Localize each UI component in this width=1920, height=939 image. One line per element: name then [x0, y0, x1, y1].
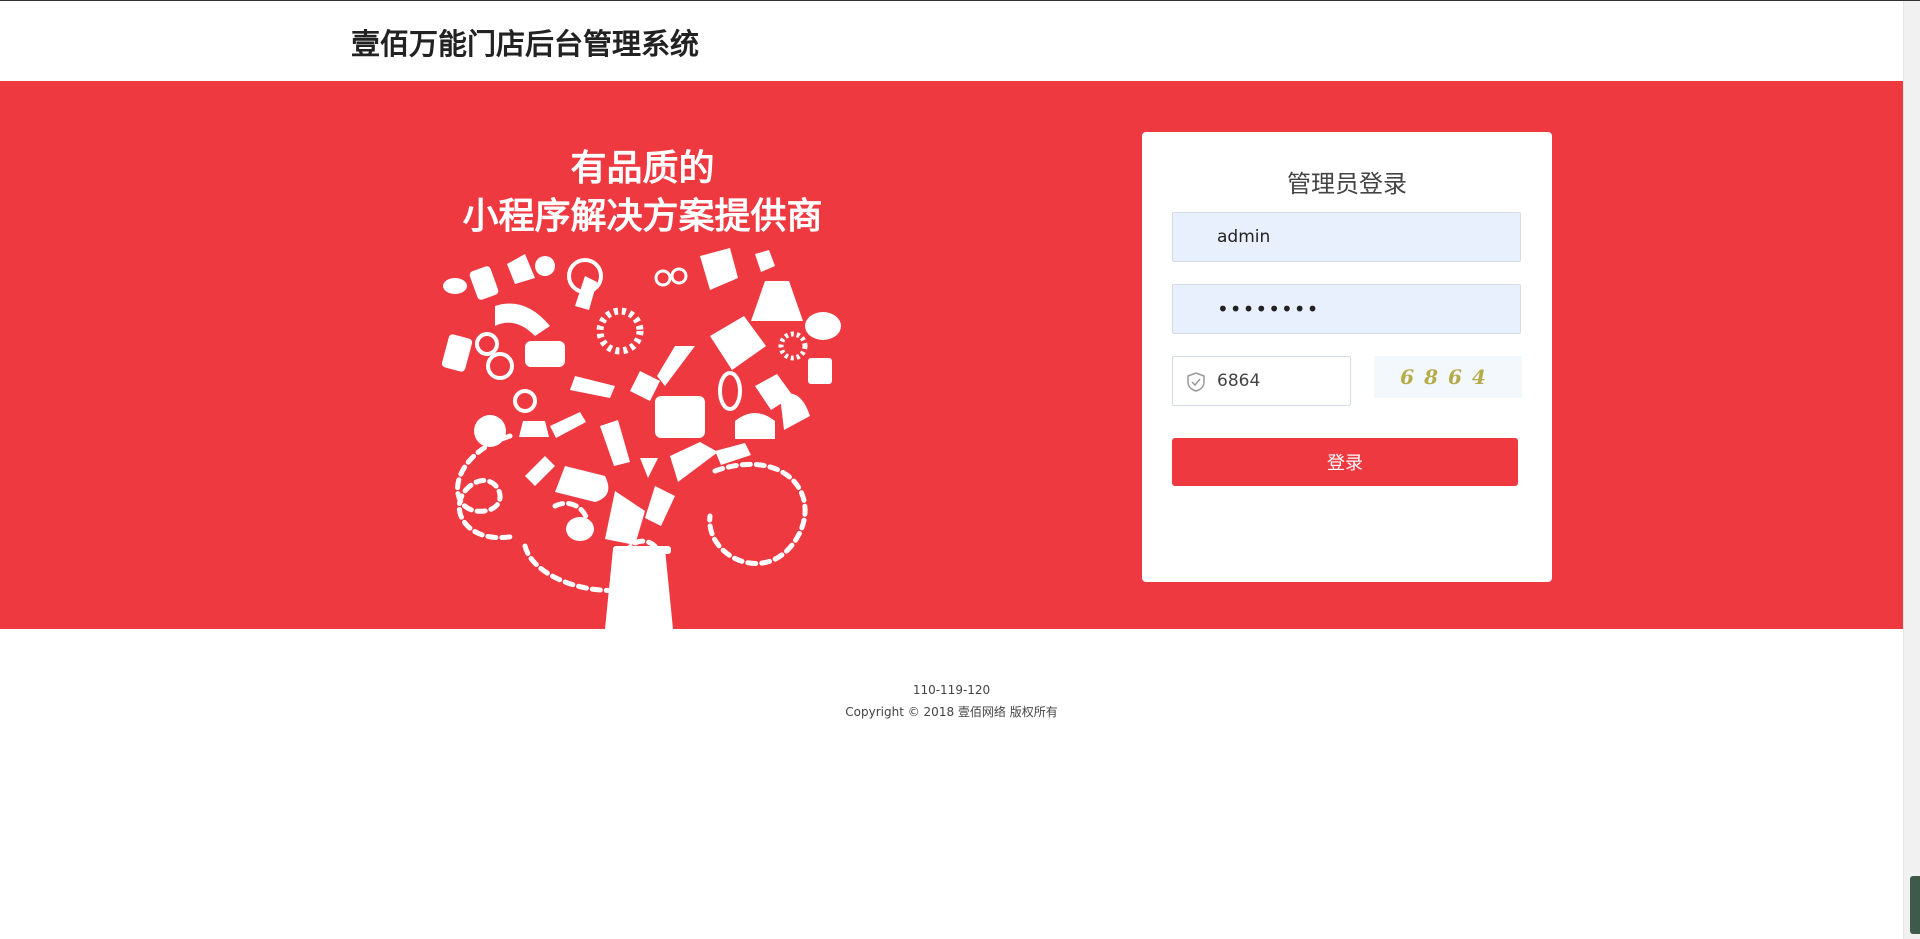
- hero-banner: 有品质的 小程序解决方案提供商 管理员登录 admin •••••••• 686…: [0, 81, 1903, 629]
- password-field[interactable]: ••••••••: [1172, 284, 1521, 334]
- login-title: 管理员登录: [1287, 170, 1407, 198]
- captcha-value: 6864: [1217, 371, 1261, 391]
- hero-slogan: 有品质的 小程序解决方案提供商: [400, 145, 885, 241]
- username-value: admin: [1217, 227, 1271, 247]
- lock-icon: [1185, 299, 1205, 319]
- page-footer: 110-119-120 Copyright © 2018 壹佰网络 版权所有: [0, 679, 1903, 723]
- captcha-image[interactable]: 6864: [1374, 356, 1522, 398]
- username-field[interactable]: admin: [1172, 212, 1521, 262]
- scroll-widget[interactable]: [1910, 876, 1920, 934]
- login-button[interactable]: 登录: [1172, 438, 1518, 486]
- shield-check-icon: [1187, 372, 1205, 392]
- footer-copyright: Copyright © 2018 壹佰网络 版权所有: [845, 705, 1058, 719]
- password-value: ••••••••: [1217, 297, 1320, 321]
- slogan-line-1: 有品质的: [570, 148, 715, 189]
- shopping-bag-illustration: [441, 248, 841, 629]
- page-header: 壹佰万能门店后台管理系统: [0, 1, 1903, 81]
- vertical-scrollbar[interactable]: [1903, 1, 1920, 939]
- slogan-line-2: 小程序解决方案提供商: [462, 196, 823, 237]
- login-card: 管理员登录 admin •••••••• 6864 6864 登录: [1142, 132, 1552, 582]
- captcha-input[interactable]: 6864: [1172, 356, 1351, 406]
- brand-title: 壹佰万能门店后台管理系统: [351, 27, 700, 61]
- footer-phone: 110-119-120: [912, 683, 991, 697]
- user-icon: [1185, 227, 1205, 247]
